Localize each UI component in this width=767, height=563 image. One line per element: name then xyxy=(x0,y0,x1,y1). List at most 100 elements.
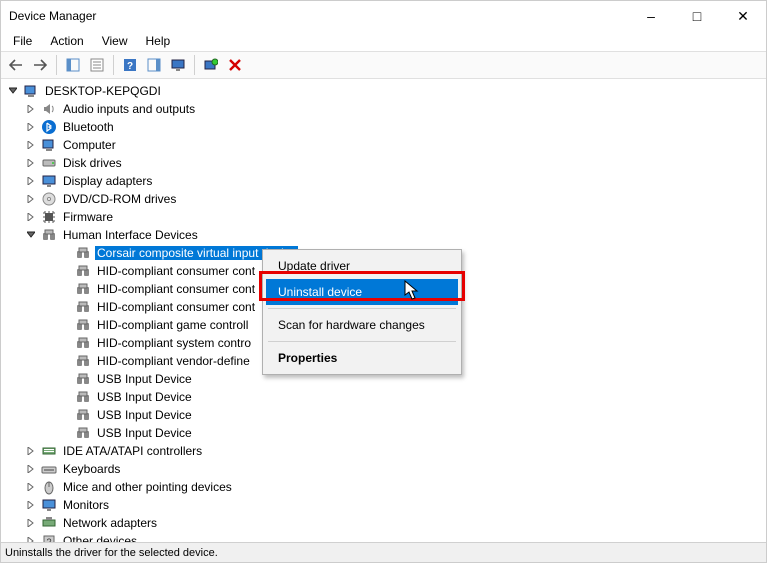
minimize-button[interactable]: – xyxy=(628,1,674,31)
tree-node-label: Network adapters xyxy=(61,516,159,530)
expander-spacer xyxy=(59,337,71,349)
tree-node-label: HID-compliant consumer cont xyxy=(95,300,257,314)
back-button[interactable] xyxy=(5,54,27,76)
menu-help[interactable]: Help xyxy=(138,33,179,49)
forward-button[interactable] xyxy=(29,54,51,76)
disk-icon xyxy=(41,155,57,171)
expand-icon[interactable] xyxy=(25,535,37,542)
tree-node-label: Keyboards xyxy=(61,462,122,476)
tree-node-label: HID-compliant system contro xyxy=(95,336,253,350)
tree-node[interactable]: USB Input Device xyxy=(3,388,766,406)
ide-icon xyxy=(41,443,57,459)
collapse-icon[interactable] xyxy=(25,229,37,241)
tree-node[interactable]: Keyboards xyxy=(3,460,766,478)
action-pane-button[interactable] xyxy=(143,54,165,76)
tree-node-label: HID-compliant consumer cont xyxy=(95,264,257,278)
tree-node-label: Firmware xyxy=(61,210,115,224)
show-hide-tree-button[interactable] xyxy=(62,54,84,76)
collapse-icon[interactable] xyxy=(7,85,19,97)
expand-icon[interactable] xyxy=(25,103,37,115)
tree-area: DESKTOP-KEPQGDI Audio inputs and outputs B… xyxy=(1,79,766,542)
expand-icon[interactable] xyxy=(25,463,37,475)
display-icon xyxy=(41,173,57,189)
expand-icon[interactable] xyxy=(25,211,37,223)
tree-node-label: HID-compliant vendor-define xyxy=(95,354,252,368)
tree-node-label: DESKTOP-KEPQGDI xyxy=(43,84,163,98)
toolbar: ? xyxy=(1,51,766,79)
tree-node[interactable]: Display adapters xyxy=(3,172,766,190)
toolbar-sep xyxy=(56,55,57,75)
tree-node[interactable]: Mice and other pointing devices xyxy=(3,478,766,496)
chip-icon xyxy=(41,209,57,225)
tree-node-label: USB Input Device xyxy=(95,408,194,422)
tree-node[interactable]: Human Interface Devices xyxy=(3,226,766,244)
tree-node[interactable]: Bluetooth xyxy=(3,118,766,136)
menu-action[interactable]: Action xyxy=(42,33,91,49)
tree-node[interactable]: IDE ATA/ATAPI controllers xyxy=(3,442,766,460)
context-menu-separator xyxy=(268,341,456,342)
tree-node[interactable]: Audio inputs and outputs xyxy=(3,100,766,118)
context-menu-item[interactable]: Update driver xyxy=(266,253,458,279)
tree-node[interactable]: Disk drives xyxy=(3,154,766,172)
expander-spacer xyxy=(59,265,71,277)
tree-node[interactable]: USB Input Device xyxy=(3,406,766,424)
toolbar-sep xyxy=(194,55,195,75)
context-menu-item[interactable]: Uninstall device xyxy=(266,279,458,305)
tree-node-label: Mice and other pointing devices xyxy=(61,480,234,494)
tree-node[interactable]: Firmware xyxy=(3,208,766,226)
expander-spacer xyxy=(59,319,71,331)
hid-icon xyxy=(75,281,91,297)
monitor-icon xyxy=(41,497,57,513)
expand-icon[interactable] xyxy=(25,481,37,493)
scan-hardware-button[interactable] xyxy=(200,54,222,76)
tree-node[interactable]: Monitors xyxy=(3,496,766,514)
tree-node-label: Other devices xyxy=(61,534,139,542)
tree-node-label: IDE ATA/ATAPI controllers xyxy=(61,444,204,458)
hid-icon xyxy=(75,389,91,405)
tree-node[interactable]: Network adapters xyxy=(3,514,766,532)
expand-icon[interactable] xyxy=(25,193,37,205)
tree-node-label: Human Interface Devices xyxy=(61,228,200,242)
svg-text:?: ? xyxy=(46,537,51,542)
context-menu-item[interactable]: Scan for hardware changes xyxy=(266,312,458,338)
hid-icon xyxy=(75,407,91,423)
expand-icon[interactable] xyxy=(25,499,37,511)
mouse-icon xyxy=(41,479,57,495)
tree-node-label: USB Input Device xyxy=(95,372,194,386)
expand-icon[interactable] xyxy=(25,445,37,457)
maximize-button[interactable]: □ xyxy=(674,1,720,31)
expand-icon[interactable] xyxy=(25,121,37,133)
tree-node[interactable]: Computer xyxy=(3,136,766,154)
net-icon xyxy=(41,515,57,531)
tree-node[interactable]: USB Input Device xyxy=(3,424,766,442)
expander-spacer xyxy=(59,427,71,439)
expand-icon[interactable] xyxy=(25,139,37,151)
expand-icon[interactable] xyxy=(25,157,37,169)
menu-view[interactable]: View xyxy=(94,33,136,49)
uninstall-device-button[interactable] xyxy=(224,54,246,76)
expander-spacer xyxy=(59,247,71,259)
statusbar: Uninstalls the driver for the selected d… xyxy=(1,542,766,562)
expand-icon[interactable] xyxy=(25,517,37,529)
properties-button[interactable] xyxy=(86,54,108,76)
menubar: File Action View Help xyxy=(1,31,766,51)
view-button[interactable] xyxy=(167,54,189,76)
tree-node[interactable]: DESKTOP-KEPQGDI xyxy=(3,82,766,100)
close-button[interactable]: ✕ xyxy=(720,1,766,31)
expander-spacer xyxy=(59,409,71,421)
menu-file[interactable]: File xyxy=(5,33,40,49)
window-title: Device Manager xyxy=(9,9,628,23)
tree-node-label: USB Input Device xyxy=(95,426,194,440)
pc-icon xyxy=(23,83,39,99)
tree-node[interactable]: DVD/CD-ROM drives xyxy=(3,190,766,208)
hid-icon xyxy=(75,353,91,369)
context-menu-item[interactable]: Properties xyxy=(266,345,458,371)
tree-node[interactable]: ? Other devices xyxy=(3,532,766,542)
other-icon: ? xyxy=(41,533,57,542)
help-button[interactable]: ? xyxy=(119,54,141,76)
expander-spacer xyxy=(59,391,71,403)
titlebar: Device Manager – □ ✕ xyxy=(1,1,766,31)
hid-icon xyxy=(75,425,91,441)
tree-node-label: Bluetooth xyxy=(61,120,116,134)
expand-icon[interactable] xyxy=(25,175,37,187)
